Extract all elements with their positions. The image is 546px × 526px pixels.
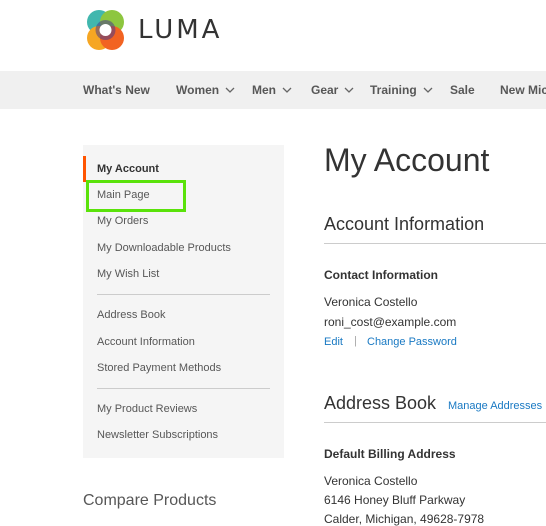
nav-item-sale[interactable]: Sale bbox=[450, 71, 475, 109]
sidebar-item-stored-payment-methods[interactable]: Stored Payment Methods bbox=[97, 362, 221, 374]
sidebar-divider bbox=[97, 294, 270, 295]
chevron-down-icon bbox=[225, 87, 235, 93]
nav-item-whats-new[interactable]: What's New bbox=[83, 71, 150, 109]
account-information-title: Account Information bbox=[324, 214, 485, 234]
manage-addresses-link[interactable]: Manage Addresses bbox=[448, 400, 542, 412]
compare-products-title: Compare Products bbox=[83, 492, 217, 509]
sidebar-item-downloadable-products[interactable]: My Downloadable Products bbox=[97, 242, 231, 254]
nav-label: Women bbox=[176, 83, 220, 97]
nav-label: Men bbox=[252, 83, 276, 97]
header: LUMA bbox=[0, 0, 546, 71]
sidebar-item-product-reviews[interactable]: My Product Reviews bbox=[97, 403, 197, 415]
billing-city: Calder, Michigan, 49628-7978 bbox=[324, 512, 485, 526]
link-separator: | bbox=[354, 335, 357, 347]
chevron-down-icon bbox=[344, 87, 354, 93]
sidebar-item-address-book[interactable]: Address Book bbox=[97, 309, 165, 321]
luma-logo-icon bbox=[87, 10, 124, 50]
main-nav: What's New Women Men Gear Training Sale … bbox=[0, 71, 546, 109]
nav-item-women[interactable]: Women bbox=[176, 71, 235, 109]
logo[interactable]: LUMA bbox=[84, 9, 222, 51]
nav-label: Training bbox=[370, 83, 417, 97]
nav-item-training[interactable]: Training bbox=[370, 71, 433, 109]
billing-street: 6146 Honey Bluff Parkway bbox=[324, 493, 466, 507]
section-divider bbox=[324, 243, 546, 244]
nav-label: New Mic bbox=[500, 83, 546, 97]
nav-label: Sale bbox=[450, 83, 475, 97]
section-divider bbox=[324, 422, 546, 423]
change-password-link[interactable]: Change Password bbox=[367, 336, 457, 348]
contact-information-title: Contact Information bbox=[324, 268, 438, 282]
active-indicator bbox=[83, 156, 86, 182]
contact-email: roni_cost@example.com bbox=[324, 315, 457, 329]
chevron-down-icon bbox=[423, 87, 433, 93]
billing-name: Veronica Costello bbox=[324, 474, 418, 488]
sidebar-item-newsletter-subscriptions[interactable]: Newsletter Subscriptions bbox=[97, 429, 218, 441]
sidebar-divider bbox=[97, 388, 270, 389]
chevron-down-icon bbox=[282, 87, 292, 93]
nav-item-gear[interactable]: Gear bbox=[311, 71, 354, 109]
sidebar-item-wish-list[interactable]: My Wish List bbox=[97, 268, 159, 280]
nav-item-new-mic[interactable]: New Mic bbox=[500, 71, 546, 109]
highlight-box bbox=[86, 180, 186, 212]
contact-name: Veronica Costello bbox=[324, 295, 418, 309]
sidebar-item-my-account[interactable]: My Account bbox=[97, 163, 159, 175]
brand-name: LUMA bbox=[138, 15, 223, 45]
nav-item-men[interactable]: Men bbox=[252, 71, 292, 109]
page-title: My Account bbox=[324, 142, 490, 178]
address-book-title: Address Book bbox=[324, 393, 437, 413]
sidebar-item-account-information[interactable]: Account Information bbox=[97, 336, 195, 348]
default-billing-title: Default Billing Address bbox=[324, 447, 456, 461]
sidebar-item-my-orders[interactable]: My Orders bbox=[97, 215, 148, 227]
edit-link[interactable]: Edit bbox=[324, 336, 343, 348]
nav-label: Gear bbox=[311, 83, 339, 97]
nav-label: What's New bbox=[83, 83, 150, 97]
